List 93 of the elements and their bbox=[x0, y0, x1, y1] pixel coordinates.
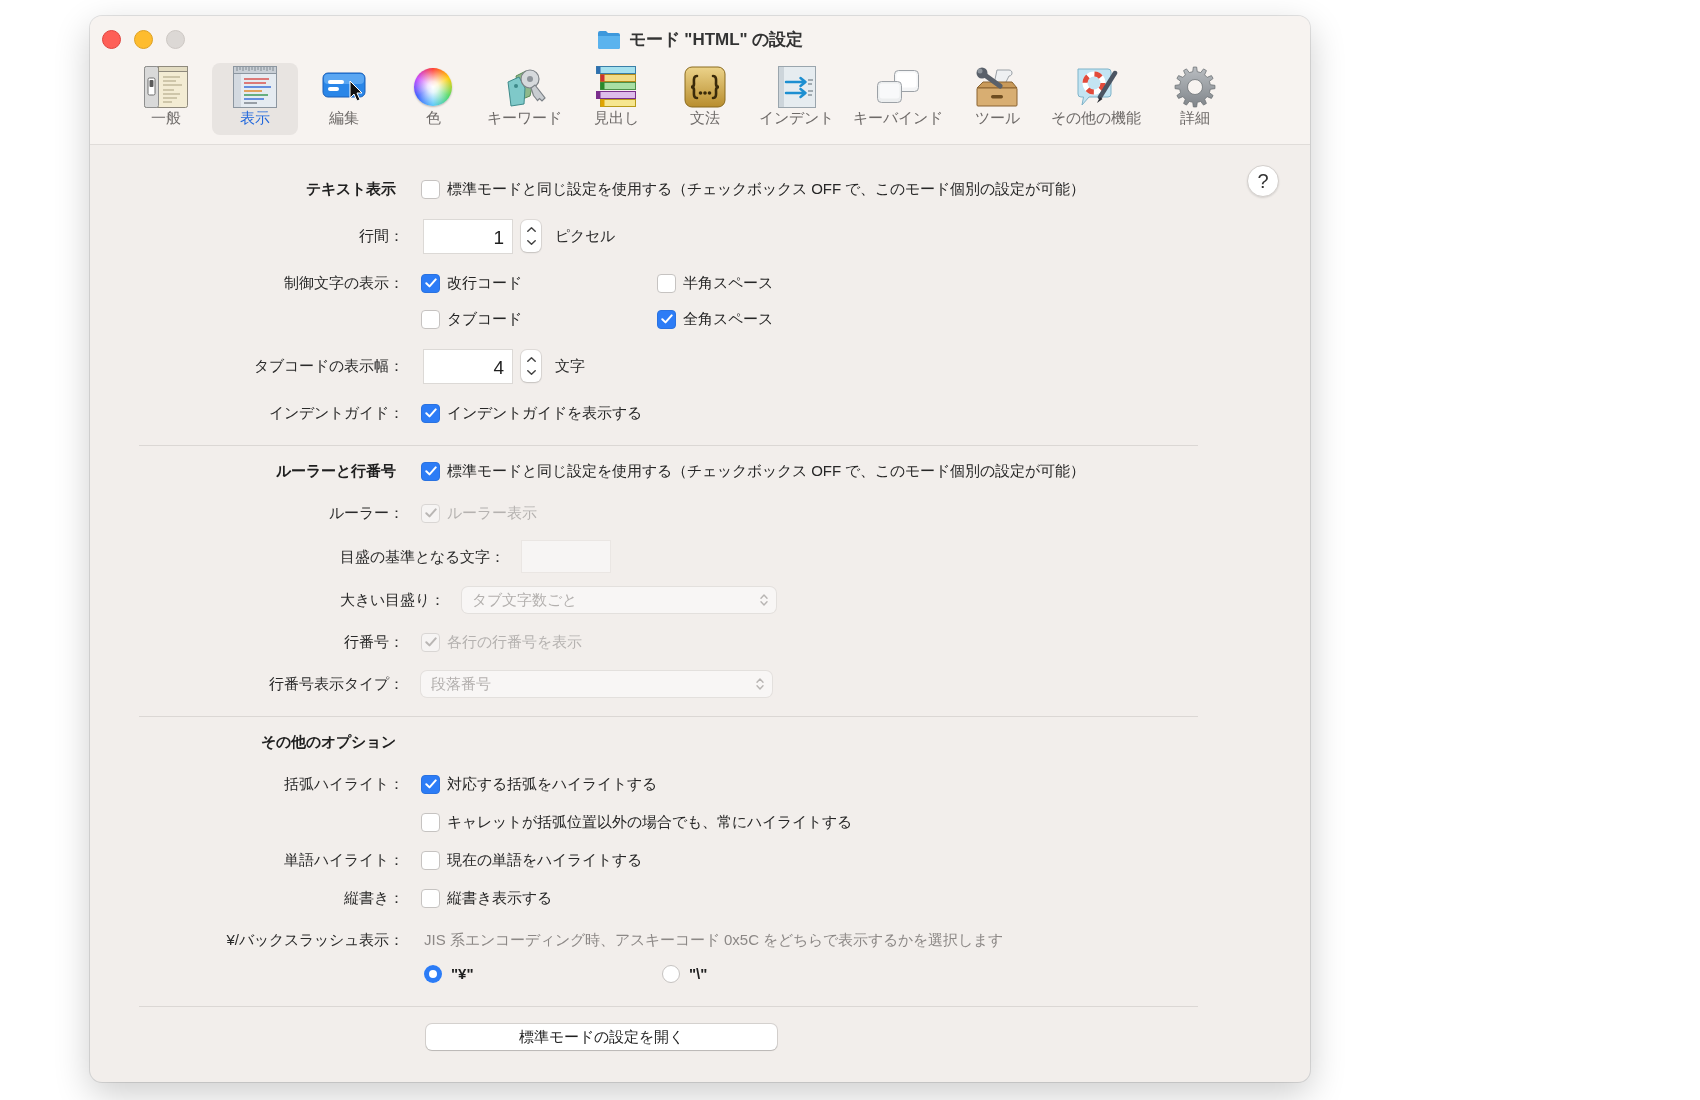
toolbar-tab[interactable]: キーバインド bbox=[845, 63, 951, 135]
code-document-icon bbox=[233, 66, 277, 108]
checkmark-icon bbox=[424, 408, 437, 418]
checkbox[interactable] bbox=[657, 273, 676, 293]
chevron-up-icon[interactable] bbox=[526, 227, 536, 233]
checkbox-label: 標準モードと同じ設定を使用する（チェックボックス OFF で、このモード個別の設定が可能） bbox=[447, 461, 1086, 481]
section-title: ルーラーと行番号 bbox=[276, 461, 397, 481]
updown-chevron-icon bbox=[760, 594, 768, 606]
checkbox[interactable] bbox=[421, 888, 440, 908]
chevron-down-icon[interactable] bbox=[526, 369, 536, 375]
radio-button[interactable] bbox=[662, 965, 680, 983]
section-title: テキスト表示 bbox=[306, 179, 397, 199]
folder-icon bbox=[596, 29, 621, 50]
switch-panel-icon bbox=[144, 66, 188, 108]
checkbox-label: 標準モードと同じ設定を使用する（チェックボックス OFF で、このモード個別の設定が可能） bbox=[447, 179, 1086, 199]
checkmark-icon bbox=[424, 278, 437, 288]
checkbox-label: 現在の単語をハイライトする bbox=[447, 850, 642, 870]
close-button[interactable] bbox=[102, 30, 121, 49]
checkmark-icon bbox=[424, 637, 437, 647]
checkmark-icon bbox=[424, 466, 437, 476]
field-label: インデントガイド： bbox=[269, 403, 404, 423]
checkbox-label: キャレットが括弧位置以外の場合でも、常にハイライトする bbox=[447, 812, 852, 832]
checkmark-icon bbox=[424, 779, 437, 789]
checkbox-label: 縦書き表示する bbox=[447, 888, 552, 908]
radio-button[interactable] bbox=[424, 965, 442, 983]
toolbar-tab[interactable]: キーワード bbox=[479, 63, 570, 135]
toolbar-tab[interactable]: 詳細 bbox=[1152, 63, 1238, 135]
radio-label: "¥" bbox=[451, 964, 474, 984]
gear-icon bbox=[1174, 66, 1216, 108]
checkbox-label: インデントガイドを表示する bbox=[447, 403, 642, 423]
checkbox-label: 全角スペース bbox=[683, 309, 773, 329]
field-label: 大きい目盛り： bbox=[340, 590, 445, 610]
open-settings-button[interactable]: 標準モードの設定を開く bbox=[426, 1024, 777, 1050]
field-label: 行番号： bbox=[344, 632, 404, 652]
chevron-down-icon[interactable] bbox=[526, 239, 536, 245]
toolbar-tab[interactable]: 色 bbox=[390, 63, 476, 135]
section-title: その他のオプション bbox=[261, 732, 397, 752]
updown-chevron-icon bbox=[756, 678, 764, 690]
field-label: ルーラー： bbox=[329, 503, 404, 523]
chevron-up-icon[interactable] bbox=[526, 357, 536, 363]
window-title: モード "HTML" の設定 bbox=[628, 28, 804, 51]
checkbox-label: タブコード bbox=[447, 309, 522, 329]
field-label: 制御文字の表示： bbox=[284, 273, 404, 293]
checkmark-icon bbox=[660, 314, 673, 324]
lifebuoy-pen-icon bbox=[1074, 66, 1118, 108]
toolbar-tab[interactable]: ツール bbox=[954, 63, 1040, 135]
field-label: 括弧ハイライト： bbox=[284, 774, 404, 794]
tag-with-cursor-icon bbox=[322, 71, 366, 103]
minimize-button[interactable] bbox=[134, 30, 153, 49]
stepper[interactable] bbox=[521, 350, 541, 382]
checkbox-label: ルーラー表示 bbox=[447, 503, 537, 523]
braces-tile-icon bbox=[684, 66, 726, 108]
toolbar-tab[interactable]: 一般 bbox=[123, 63, 209, 135]
number-field[interactable]: 1 bbox=[423, 218, 513, 254]
unit-label: ピクセル bbox=[555, 226, 615, 246]
color-wheel-icon bbox=[414, 68, 452, 106]
checkbox[interactable] bbox=[657, 309, 676, 329]
toolbar-tab[interactable]: 表示 bbox=[212, 63, 298, 135]
checkbox[interactable] bbox=[421, 179, 440, 199]
checkbox[interactable] bbox=[421, 774, 440, 794]
field-label: 目盛の基準となる文字： bbox=[340, 546, 505, 567]
checkbox[interactable] bbox=[421, 403, 440, 423]
indent-arrows-icon bbox=[777, 66, 816, 108]
checkbox[interactable] bbox=[421, 273, 440, 293]
toolbar-tab[interactable]: 編集 bbox=[301, 63, 387, 135]
checkbox[interactable] bbox=[421, 461, 440, 481]
field-label: ¥/バックスラッシュ表示： bbox=[226, 930, 404, 950]
field-label: 行間： bbox=[359, 226, 404, 246]
keycaps-icon bbox=[876, 70, 920, 104]
checkbox[interactable] bbox=[421, 850, 440, 870]
field-label: タブコードの表示幅： bbox=[254, 356, 404, 376]
toolbox-icon bbox=[975, 67, 1019, 107]
toolbar-tab[interactable]: 見出し bbox=[573, 63, 659, 135]
checkbox-label: 対応する括弧をハイライトする bbox=[447, 774, 657, 794]
checkbox-label: 改行コード bbox=[447, 273, 522, 293]
stacked-sections-icon bbox=[596, 66, 636, 108]
checkbox-label: 各行の行番号を表示 bbox=[447, 632, 582, 652]
toolbar-tab[interactable]: その他の機能 bbox=[1043, 63, 1149, 135]
help-button[interactable]: ? bbox=[1247, 165, 1279, 197]
description-text: JIS 系エンコーディング時、アスキーコード 0x5C をどちらで表示するかを選択します bbox=[424, 930, 1004, 950]
checkbox[interactable] bbox=[421, 309, 440, 329]
field-label: 縦書き： bbox=[344, 888, 404, 908]
number-field[interactable]: 4 bbox=[423, 348, 513, 384]
toolbar-tab[interactable]: 文法 bbox=[662, 63, 748, 135]
checkmark-icon bbox=[424, 508, 437, 518]
checkbox[interactable] bbox=[421, 812, 440, 832]
checkbox-label: 半角スペース bbox=[683, 273, 773, 293]
toolbar-tab[interactable]: インデント bbox=[751, 63, 842, 135]
field-label: 行番号表示タイプ： bbox=[269, 674, 404, 694]
stepper[interactable] bbox=[521, 220, 541, 252]
unit-label: 文字 bbox=[555, 356, 585, 376]
radio-label: "\" bbox=[689, 964, 708, 984]
field-label: 単語ハイライト： bbox=[284, 850, 404, 870]
